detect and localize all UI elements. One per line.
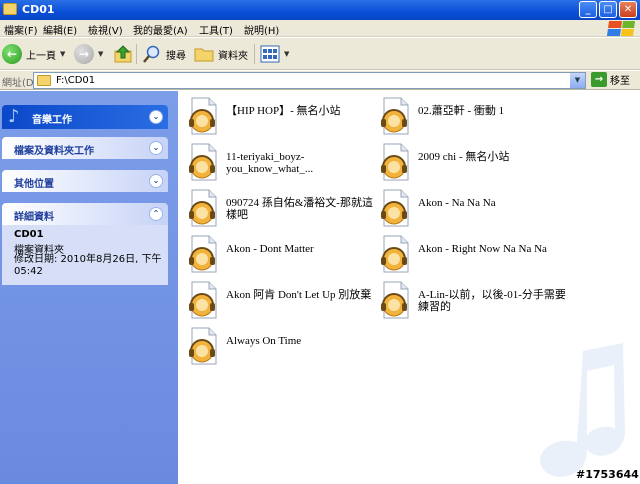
audio-file-icon [381, 189, 409, 227]
folder-icon [37, 75, 51, 86]
toolbar-divider [136, 44, 137, 64]
views-button[interactable]: ▼ [260, 43, 289, 65]
detail-modified: 修改日期: 2010年8月26日, 下午 05:42 [14, 254, 162, 277]
file-name: Akon 阿肯 Don't Let Up 別放棄 [226, 289, 372, 301]
windows-logo-icon [606, 21, 636, 36]
address-input[interactable]: F:\CD01 ▼ [33, 72, 586, 89]
file-item[interactable]: Always On Time [188, 327, 384, 367]
file-item[interactable]: 11-teriyaki_boyz-you_know_what_... [188, 143, 384, 183]
expand-chevron-icon[interactable]: ⌄ [149, 141, 163, 155]
close-button[interactable]: ✕ [619, 1, 637, 18]
file-folder-tasks-header[interactable]: 檔案及資料夾工作 ⌄ [2, 137, 168, 159]
back-arrow-icon: ← [2, 44, 22, 64]
file-name: Always On Time [226, 335, 302, 347]
menu-view[interactable]: 檢視(V) [88, 22, 123, 37]
folder-icon [194, 48, 214, 62]
go-button[interactable]: → 移至 [591, 72, 630, 87]
audio-file-icon [189, 97, 217, 135]
audio-file-icon [189, 281, 217, 319]
up-folder-button[interactable] [113, 43, 133, 65]
menu-edit[interactable]: 編輯(E) [43, 22, 77, 37]
file-item[interactable]: Akon - Dont Matter [188, 235, 384, 275]
file-item[interactable]: Akon - Right Now Na Na Na [380, 235, 576, 275]
file-name: Akon - Right Now Na Na Na [418, 243, 547, 255]
go-label: 移至 [610, 76, 630, 87]
chevron-down-icon[interactable]: ▼ [60, 50, 65, 58]
search-button[interactable]: 搜尋 [142, 43, 186, 65]
music-note-icon: ♪ [8, 106, 20, 127]
folders-button[interactable]: 資料夾 [194, 43, 248, 65]
other-places-header[interactable]: 其他位置 ⌄ [2, 170, 168, 192]
details-label: 詳細資料 [14, 212, 54, 223]
other-places-label: 其他位置 [14, 179, 54, 190]
up-folder-icon [114, 45, 132, 63]
file-name: 11-teriyaki_boyz-you_know_what_... [226, 151, 314, 175]
file-name: Akon - Na Na Na [418, 197, 496, 209]
file-item[interactable]: A-Lin-以前，以後-01-分手需要練習的 [380, 281, 576, 321]
details-header[interactable]: 詳細資料 ⌃ [2, 203, 168, 225]
chevron-down-icon[interactable]: ▼ [98, 50, 103, 58]
back-button[interactable]: ← 上一頁 ▼ [2, 43, 65, 65]
file-name: 【HIP HOP】- 無名小站 [226, 105, 341, 117]
folders-label: 資料夾 [218, 50, 248, 62]
audio-file-icon [381, 143, 409, 181]
minimize-button[interactable]: _ [579, 1, 597, 18]
maximize-button[interactable]: □ [599, 1, 617, 18]
back-label: 上一頁 [26, 50, 56, 62]
search-icon [143, 45, 160, 63]
collapse-chevron-icon[interactable]: ⌃ [149, 207, 163, 221]
toolbar-divider [254, 44, 255, 64]
file-folder-tasks-label: 檔案及資料夾工作 [14, 146, 94, 157]
file-item[interactable]: 090724 孫自佑&潘裕文-那就這樣吧 [188, 189, 384, 229]
file-item[interactable]: 【HIP HOP】- 無名小站 [188, 97, 384, 137]
music-tasks-header[interactable]: ♪ 音樂工作 ⌄ [2, 105, 168, 129]
toolbar: ← 上一頁 ▼ → ▼ 搜尋 資料夾 ▼ [0, 38, 640, 70]
audio-file-icon [189, 189, 217, 227]
file-name: 090724 孫自佑&潘裕文-那就這樣吧 [226, 197, 373, 221]
title-bar[interactable]: CD01 _ □ ✕ [0, 0, 640, 20]
window-title: CD01 [22, 3, 55, 16]
audio-file-icon [381, 281, 409, 319]
audio-file-icon [189, 143, 217, 181]
music-tasks-label: 音樂工作 [32, 115, 72, 126]
go-arrow-icon: → [591, 72, 607, 87]
file-name: Akon - Dont Matter [226, 243, 314, 255]
views-grid-icon [260, 45, 280, 63]
detail-name: CD01 [14, 229, 44, 240]
audio-file-icon [189, 327, 217, 365]
file-item[interactable]: 02.蕭亞軒 - 衝動 1 [380, 97, 576, 137]
address-path: F:\CD01 [56, 75, 96, 86]
audio-file-icon [381, 235, 409, 273]
music-note-watermark-icon [539, 343, 625, 477]
forward-arrow-icon: → [74, 44, 94, 64]
expand-chevron-icon[interactable]: ⌄ [149, 110, 163, 124]
file-name: 02.蕭亞軒 - 衝動 1 [418, 105, 505, 117]
details-panel: CD01 檔案資料夾 修改日期: 2010年8月26日, 下午 05:42 [2, 225, 168, 285]
forward-button[interactable]: → ▼ [74, 43, 103, 65]
folder-icon [3, 3, 17, 15]
audio-file-icon [381, 97, 409, 135]
audio-file-icon [189, 235, 217, 273]
chevron-down-icon[interactable]: ▼ [284, 50, 289, 58]
chevron-down-icon[interactable]: ▼ [570, 73, 585, 88]
menu-bar: 檔案(F) 編輯(E) 檢視(V) 我的最愛(A) 工具(T) 說明(H) [0, 20, 640, 37]
file-item[interactable]: Akon - Na Na Na [380, 189, 576, 229]
menu-help[interactable]: 說明(H) [244, 22, 279, 37]
file-item[interactable]: Akon 阿肯 Don't Let Up 別放棄 [188, 281, 384, 321]
menu-file[interactable]: 檔案(F) [4, 22, 38, 37]
file-name: A-Lin-以前，以後-01-分手需要練習的 [418, 289, 566, 313]
expand-chevron-icon[interactable]: ⌄ [149, 174, 163, 188]
address-bar: 網址(D) F:\CD01 ▼ → 移至 [0, 71, 640, 90]
search-label: 搜尋 [166, 50, 186, 62]
menu-tools[interactable]: 工具(T) [199, 22, 233, 37]
file-item[interactable]: 2009 chi - 無名小站 [380, 143, 576, 183]
file-view[interactable]: 【HIP HOP】- 無名小站 02.蕭亞軒 - 衝動 1 11-teriyaki_… [180, 91, 640, 484]
menu-favorites[interactable]: 我的最愛(A) [133, 22, 188, 37]
watermark-text: #1753644 [576, 468, 639, 481]
task-pane: ♪ 音樂工作 ⌄ 檔案及資料夾工作 ⌄ 其他位置 ⌄ 詳細資料 ⌃ CD01 檔… [0, 91, 178, 484]
file-name: 2009 chi - 無名小站 [418, 151, 510, 163]
